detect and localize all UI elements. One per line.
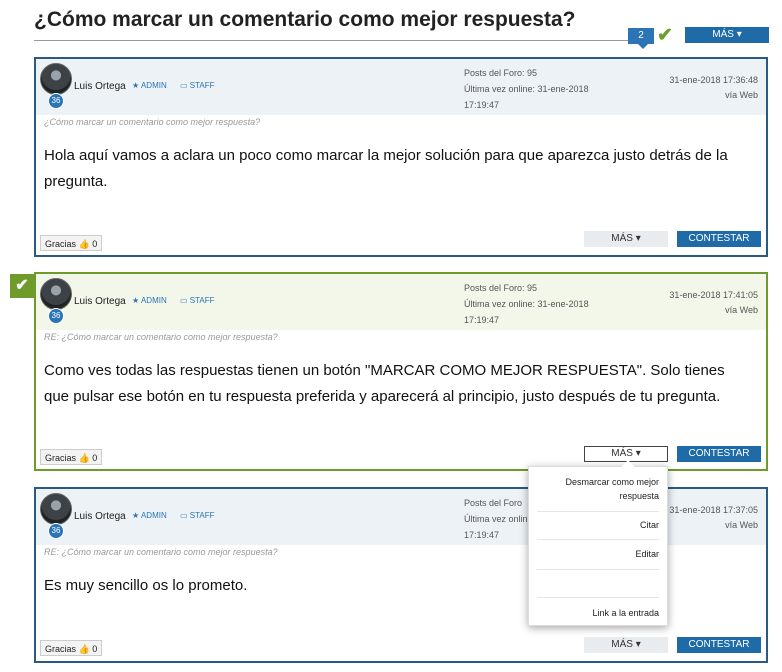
forum-posts: Posts del Foro	[464, 498, 523, 508]
thanks-button[interactable]: Gracias 👍 0	[40, 640, 102, 656]
title-divider	[34, 40, 630, 41]
admin-badge: ★ ADMIN	[132, 511, 167, 520]
post-quote: RE: ¿Cómo marcar un comentario como mejo…	[44, 332, 278, 342]
post-body: Como ves todas las respuestas tienen un …	[44, 362, 725, 405]
post-header: 36 Luis Ortega ★ ADMIN ▭ STAFF Posts del…	[36, 59, 766, 115]
post-timestamp: 31-ene-2018 17:36:48	[669, 75, 758, 85]
post-quote: ¿Cómo marcar un comentario como mejor re…	[44, 117, 261, 127]
last-online: Última vez online: 31-ene-2018	[464, 84, 589, 94]
author-meta: Posts del Foro: 95 Última vez online: 31…	[464, 280, 589, 328]
forum-posts: Posts del Foro: 95	[464, 283, 538, 293]
menu-separator	[537, 511, 659, 512]
post-date: 31-ene-2018 17:41:05 vía Web	[669, 288, 758, 318]
last-online-time: 17:19:47	[464, 315, 500, 325]
best-answer-badge-check-icon: ✔	[10, 274, 34, 298]
reply-button[interactable]: CONTESTAR	[677, 231, 761, 247]
last-online-time: 17:19:47	[464, 530, 500, 540]
post-via: vía Web	[725, 520, 758, 530]
last-online: Última vez online: 31-ene-2018	[464, 299, 589, 309]
admin-badge: ★ ADMIN	[132, 296, 167, 305]
menu-item-quote[interactable]: Citar	[537, 518, 659, 532]
thanks-button[interactable]: Gracias 👍 0	[40, 449, 102, 465]
avatar[interactable]	[40, 63, 72, 95]
author-name[interactable]: Luis Ortega	[74, 511, 126, 522]
menu-item-link[interactable]: Link a la entrada	[537, 606, 659, 620]
reply-button[interactable]: CONTESTAR	[677, 637, 761, 653]
forum-posts: Posts del Foro: 95	[464, 68, 538, 78]
post-quote: RE: ¿Cómo marcar un comentario como mejo…	[44, 547, 278, 557]
author-name[interactable]: Luis Ortega	[74, 81, 126, 92]
staff-badge: ▭ STAFF	[180, 81, 215, 90]
admin-badge: ★ ADMIN	[132, 81, 167, 90]
menu-separator	[537, 569, 659, 570]
level-badge: 36	[48, 308, 64, 324]
author-name[interactable]: Luis Ortega	[74, 296, 126, 307]
post-timestamp: 31-ene-2018 17:41:05	[669, 290, 758, 300]
page-more-button[interactable]: MÁS ▾	[685, 27, 769, 43]
post-2: 36 Luis Ortega ★ ADMIN ▭ STAFF Posts del…	[34, 272, 768, 471]
author-meta: Posts del Foro: 95 Última vez online: 31…	[464, 65, 589, 113]
post-more-button[interactable]: MÁS ▾	[584, 231, 668, 247]
post-timestamp: 31-ene-2018 17:37:05	[669, 505, 758, 515]
post-via: vía Web	[725, 90, 758, 100]
best-answer-check-icon: ✔	[657, 25, 673, 46]
avatar[interactable]	[40, 493, 72, 525]
menu-separator	[537, 597, 659, 598]
staff-badge: ▭ STAFF	[180, 511, 215, 520]
post-header: 36 Luis Ortega ★ ADMIN ▭ STAFF Posts del…	[36, 274, 766, 330]
thanks-button[interactable]: Gracias 👍 0	[40, 235, 102, 251]
reply-button[interactable]: CONTESTAR	[677, 446, 761, 462]
post-1: 36 Luis Ortega ★ ADMIN ▭ STAFF Posts del…	[34, 57, 768, 257]
menu-item-edit[interactable]: Editar	[537, 547, 659, 561]
level-badge: 36	[48, 93, 64, 109]
author-meta: Posts del Foro Última vez onlin 17:19:47	[464, 495, 528, 543]
reply-count-badge: 2	[628, 28, 654, 49]
post-body: Hola aquí vamos a aclara un poco como ma…	[44, 147, 728, 190]
last-online-time: 17:19:47	[464, 100, 500, 110]
menu-item-unmark-best[interactable]: Desmarcar como mejor respuesta	[537, 475, 659, 503]
post-more-button[interactable]: MÁS ▾	[584, 637, 668, 653]
page-title: ¿Cómo marcar un comentario como mejor re…	[34, 8, 576, 31]
post-via: vía Web	[725, 305, 758, 315]
last-online: Última vez onlin	[464, 514, 528, 524]
menu-separator	[537, 539, 659, 540]
post-date: 31-ene-2018 17:36:48 vía Web	[669, 73, 758, 103]
level-badge: 36	[48, 523, 64, 539]
post-date: 31-ene-2018 17:37:05 vía Web	[669, 503, 758, 533]
avatar[interactable]	[40, 278, 72, 310]
more-dropdown-menu: Desmarcar como mejor respuesta Citar Edi…	[528, 460, 668, 626]
staff-badge: ▭ STAFF	[180, 296, 215, 305]
